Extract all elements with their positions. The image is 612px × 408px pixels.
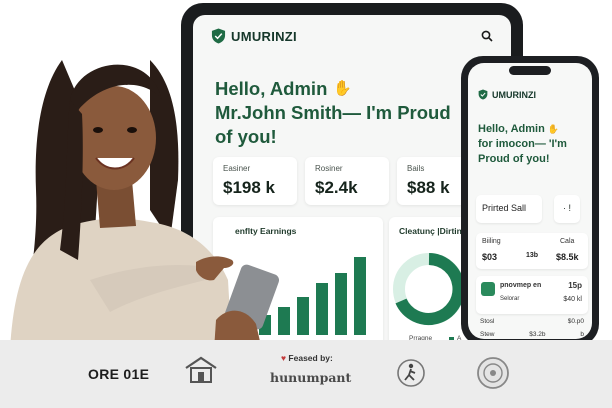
mini-value: $8.5k	[556, 252, 579, 262]
phone-greeting: Hello, Admin ✋ for imocon— 'I'm Proud of…	[468, 122, 592, 167]
list-item-sub: Selorar	[500, 296, 520, 302]
earnings-bar	[354, 257, 366, 335]
shield-icon	[478, 89, 488, 100]
phone-brand-logo[interactable]: UMURINZI	[468, 89, 592, 100]
hero-stage: UMURINZI Hello, Admin ✋ Mr.John Smith— I…	[0, 0, 612, 408]
phone-mini-stats[interactable]: Biiling $03 13b Cala $8.5k	[476, 233, 588, 269]
row-value: $0.p0	[567, 318, 584, 325]
row-label: Stew	[480, 331, 495, 338]
mini-value: 13b	[526, 252, 539, 259]
phone-screen: UMURINZI Hello, Admin ✋ for imocon— 'I'm…	[468, 63, 592, 339]
smiling-woman-image	[10, 60, 280, 350]
wave-hand-icon: ✋	[547, 124, 560, 134]
phone-list-card[interactable]: pnovmep en 15p Selorar $40 kl	[476, 276, 588, 314]
list-row[interactable]: Stew $3.2b b	[476, 331, 588, 338]
app-badge-icon	[481, 282, 495, 296]
list-item-value: 15p	[568, 281, 582, 290]
row-label: Stosl	[480, 318, 495, 325]
featured-by-text: Feased by:	[288, 353, 333, 363]
earnings-bar	[316, 283, 328, 335]
house-logo-icon[interactable]	[184, 356, 218, 384]
list-item-title: pnovmep en	[500, 282, 542, 289]
search-icon[interactable]	[481, 30, 493, 42]
wave-hand-icon: ✋	[333, 80, 353, 97]
phone-brand-name: UMURINZI	[492, 89, 536, 100]
round-badge-logo-icon[interactable]	[476, 356, 510, 390]
heart-icon: ♥	[281, 353, 287, 363]
partner-logo-ore[interactable]: ORE 01E	[88, 366, 149, 382]
walker-logo-icon[interactable]	[396, 358, 426, 388]
earnings-bar	[335, 273, 347, 335]
phone-greeting-line-1: Hello, Admin	[478, 123, 545, 135]
phone-more-button[interactable]: · !	[554, 195, 580, 223]
featured-by-label: ♥ Feased by:	[281, 353, 333, 363]
mini-label: Cala	[560, 238, 575, 245]
stat-value: $2.4k	[315, 178, 358, 197]
stat-card[interactable]: Rosiner $2.4k	[305, 157, 389, 205]
partner-logo-hunumpant[interactable]: hunumpant	[270, 370, 351, 385]
phone-device: UMURINZI Hello, Admin ✋ for imocon— 'I'm…	[461, 56, 599, 346]
row-value: $3.2b	[529, 331, 546, 338]
list-row[interactable]: Stosl $0.p0	[476, 318, 588, 325]
phone-summary-card[interactable]: Prirted Sall	[476, 195, 542, 223]
mini-value: $03	[482, 252, 498, 262]
phone-greeting-line-3: Proud of you!	[478, 153, 550, 165]
phone-greeting-line-2: for imocon— 'I'm	[478, 138, 567, 150]
row-extra: b	[580, 331, 584, 338]
list-item-subvalue: $40 kl	[563, 296, 582, 303]
stat-label: Rosiner	[315, 164, 343, 173]
phone-notch	[509, 66, 551, 75]
mini-label: Biiling	[482, 238, 501, 245]
